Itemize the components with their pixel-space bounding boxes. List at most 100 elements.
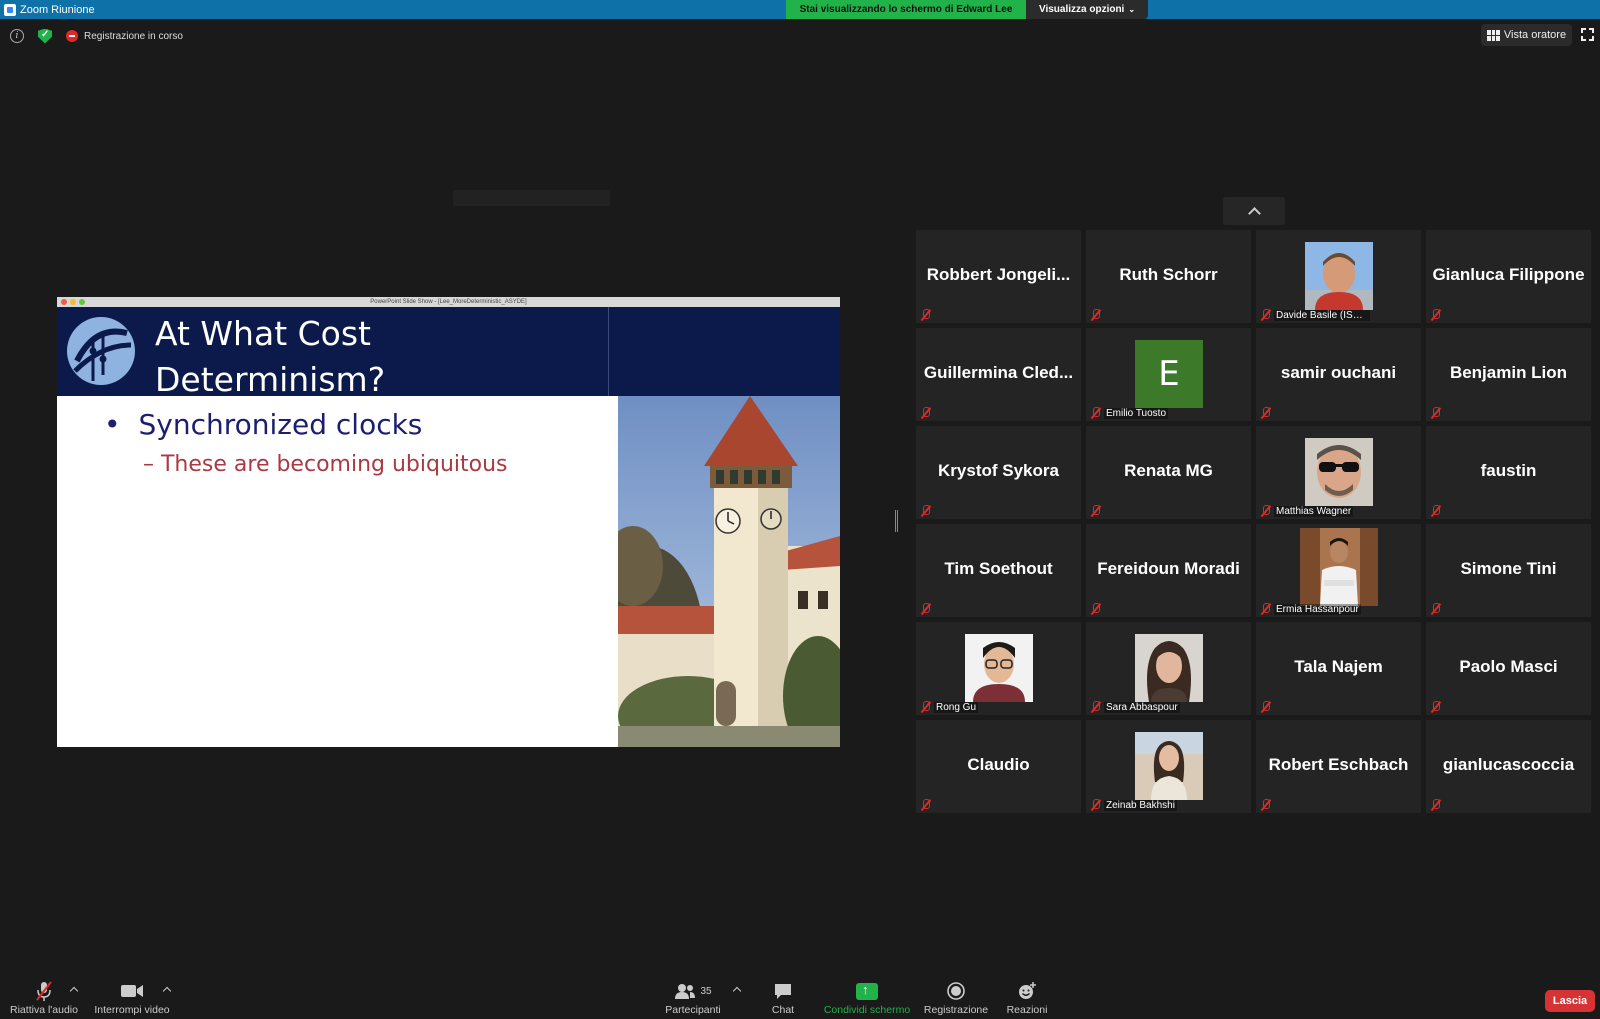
participant-tile[interactable]: Rong Gu (916, 622, 1081, 715)
participant-display-name: Simone Tini (1460, 559, 1557, 578)
microphone-muted-icon (1430, 505, 1441, 517)
participant-tile[interactable]: Benjamin Lion (1426, 328, 1591, 421)
microphone-muted-icon (1090, 309, 1101, 321)
chevron-up-icon (1247, 207, 1261, 220)
recording-status: Registrazione in corso (84, 30, 183, 42)
gallery-scroll-up-button[interactable] (1223, 197, 1285, 225)
slide-window-titlebar: PowerPoint Slide Show - [Lee_MoreDetermi… (57, 297, 840, 307)
participant-name-label: Davide Basile (ISTI... (1274, 309, 1370, 321)
participant-tile[interactable]: Renata MG (1086, 426, 1251, 519)
microphone-muted-icon (1430, 799, 1441, 811)
window-controls (61, 299, 85, 305)
avatar (1305, 242, 1373, 310)
security-shield-icon[interactable] (38, 28, 52, 44)
participant-tile[interactable]: Tala Najem (1256, 622, 1421, 715)
share-screen-label: Condividi schermo (823, 1004, 911, 1016)
window-title: Zoom Riunione (20, 3, 95, 16)
participants-icon (675, 984, 696, 999)
participant-footer (1090, 505, 1101, 517)
leave-button[interactable]: Lascia (1545, 990, 1595, 1012)
video-camera-icon (121, 985, 143, 997)
participant-footer (1090, 309, 1101, 321)
view-options-button[interactable]: Visualizza opzioni ⌄ (1026, 0, 1148, 19)
participants-options-caret-icon[interactable] (732, 986, 742, 996)
participant-tile[interactable]: samir ouchani (1256, 328, 1421, 421)
participant-tile[interactable]: Ermia Hassanpour (1256, 524, 1421, 617)
participant-tile[interactable]: Robert Eschbach (1256, 720, 1421, 813)
participant-tile[interactable]: Zeinab Bakhshi (1086, 720, 1251, 813)
slide-header: At What Cost Determinism? (57, 307, 840, 399)
participant-name-label: Matthias Wagner (1274, 505, 1354, 517)
speaker-view-button[interactable]: Vista oratore (1481, 24, 1572, 46)
microphone-muted-icon (1090, 799, 1101, 811)
meeting-toolbar: Riattiva l'audio Interrompi video 35 Par… (0, 978, 1600, 1019)
participant-name-label: Zeinab Bakhshi (1104, 799, 1177, 811)
participant-display-name: Fereidoun Moradi (1097, 559, 1240, 578)
reactions-button[interactable]: Reazioni (1006, 978, 1048, 1016)
chat-label: Chat (771, 1004, 795, 1016)
participant-tile[interactable]: Fereidoun Moradi (1086, 524, 1251, 617)
stop-video-label: Interrompi video (94, 1004, 170, 1016)
view-splitter-handle[interactable] (895, 510, 898, 532)
participant-footer: Ermia Hassanpour (1260, 603, 1361, 615)
participant-tile[interactable]: Sara Abbaspour (1086, 622, 1251, 715)
participant-footer (1090, 603, 1101, 615)
zoom-app-icon (4, 3, 16, 16)
microphone-muted-icon (1090, 701, 1101, 713)
participant-footer (920, 505, 931, 517)
slide-bullet: Synchronized clocks (104, 408, 423, 441)
slide-title-line-1: At What Cost (155, 314, 371, 353)
participant-tile[interactable]: gianlucascoccia (1426, 720, 1591, 813)
unmute-label: Riattiva l'audio (10, 1004, 78, 1016)
participant-tile[interactable]: Matthias Wagner (1256, 426, 1421, 519)
recording-icon (66, 30, 78, 42)
avatar (1305, 438, 1373, 506)
participant-footer (1430, 505, 1441, 517)
info-icon[interactable]: i (10, 29, 24, 43)
chat-button[interactable]: Chat (766, 978, 800, 1016)
microphone-muted-icon (1430, 309, 1441, 321)
participant-tile[interactable]: Ruth Schorr (1086, 230, 1251, 323)
participants-button[interactable]: 35 Partecipanti (662, 978, 724, 1016)
fullscreen-icon[interactable] (1581, 28, 1594, 41)
meeting-info-row: i Registrazione in corso (0, 26, 183, 46)
record-icon (947, 982, 965, 1000)
participant-footer (920, 407, 931, 419)
participant-tile[interactable]: faustin (1426, 426, 1591, 519)
participant-display-name: Renata MG (1124, 461, 1213, 480)
participant-footer: Emilio Tuosto (1090, 407, 1169, 419)
stop-video-button[interactable]: Interrompi video (90, 978, 174, 1016)
unmute-button[interactable]: Riattiva l'audio (6, 978, 82, 1016)
participant-tile[interactable]: Guillermina Cled... (916, 328, 1081, 421)
chevron-down-icon: ⌄ (1128, 5, 1136, 14)
participant-footer (1430, 603, 1441, 615)
microphone-muted-icon (920, 505, 931, 517)
participant-tile[interactable]: E Emilio Tuosto (1086, 328, 1251, 421)
participant-footer (1260, 407, 1271, 419)
participant-display-name: Guillermina Cled... (923, 363, 1074, 382)
microphone-muted-icon (1090, 505, 1101, 517)
participant-tile[interactable]: Krystof Sykora (916, 426, 1081, 519)
participant-tile[interactable]: Paolo Masci (1426, 622, 1591, 715)
participant-tile[interactable]: Robbert Jongeli... (916, 230, 1081, 323)
record-button[interactable]: Registrazione (924, 978, 988, 1016)
participant-tile[interactable]: Tim Soethout (916, 524, 1081, 617)
participant-display-name: Tala Najem (1294, 657, 1383, 676)
avatar (1135, 732, 1203, 800)
participant-footer (920, 309, 931, 321)
screen-share-banner: Stai visualizzando lo schermo di Edward … (786, 0, 1026, 19)
microphone-muted-icon (920, 407, 931, 419)
microphone-muted-icon (1260, 603, 1271, 615)
participant-tile[interactable]: Simone Tini (1426, 524, 1591, 617)
participant-display-name: Paolo Masci (1459, 657, 1558, 676)
participants-count: 35 (700, 985, 712, 997)
participant-tile[interactable]: Gianluca Filippone (1426, 230, 1591, 323)
smiley-add-icon (1019, 982, 1036, 999)
slide-body: Synchronized clocks – These are becoming… (57, 396, 618, 747)
microphone-muted-icon (36, 981, 52, 1001)
participant-tile[interactable]: Davide Basile (ISTI... (1256, 230, 1421, 323)
participant-footer (1430, 309, 1441, 321)
participant-tile[interactable]: Claudio (916, 720, 1081, 813)
share-screen-button[interactable]: Condividi schermo (822, 978, 912, 1017)
microphone-muted-icon (920, 309, 931, 321)
